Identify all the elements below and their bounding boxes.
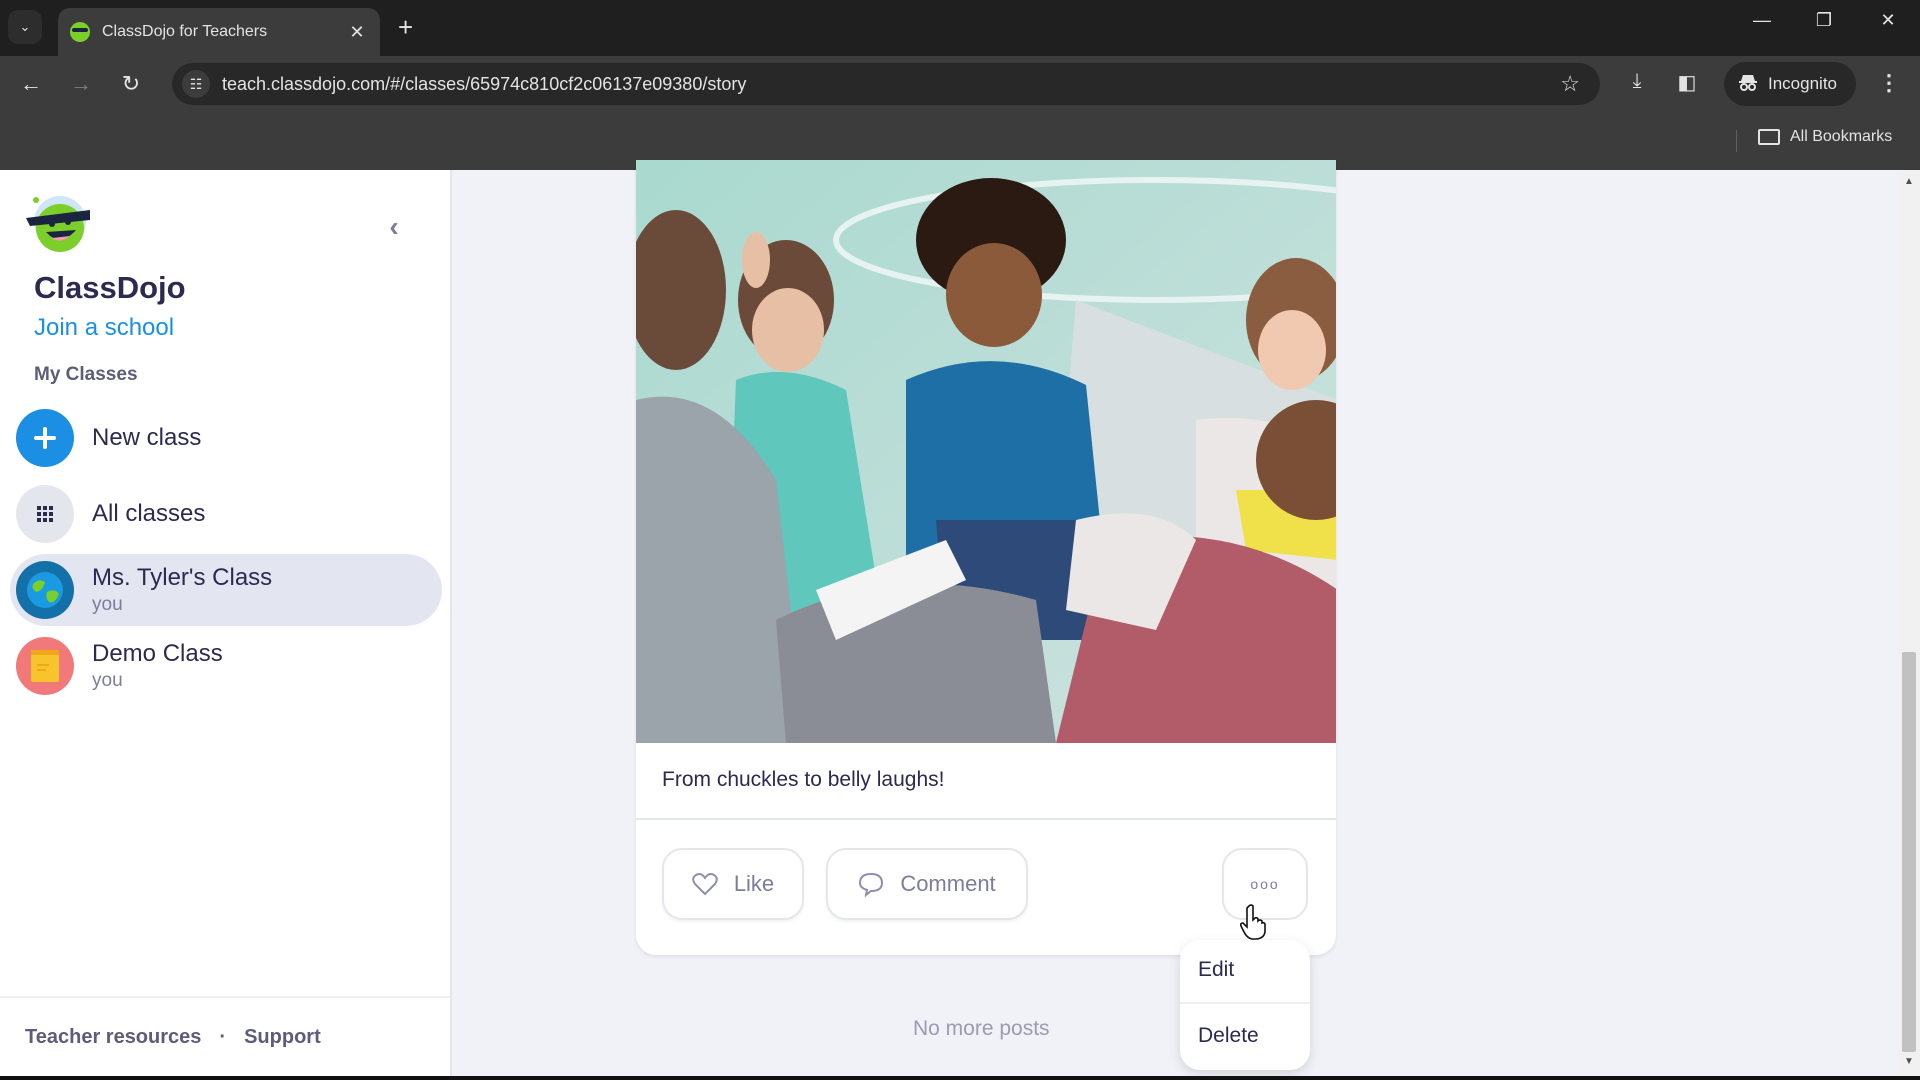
all-bookmarks-button[interactable]: All Bookmarks [1758,128,1892,146]
scroll-up-arrow-icon[interactable]: ▲ [1904,176,1914,187]
chevron-down-icon: ⌄ [19,19,31,34]
globe-icon [16,561,74,619]
sidebar-item-owner: you [92,594,123,615]
my-classes-heading: My Classes [34,364,138,385]
post-photo[interactable] [636,160,1336,743]
forward-button[interactable]: → [66,70,96,98]
sidebar-item-ms-tylers-class[interactable]: Ms. Tyler's Class you [10,554,442,626]
scroll-down-arrow-icon[interactable]: ▼ [1904,1056,1914,1067]
folder-icon [1758,129,1780,145]
teacher-resources-link[interactable]: Teacher resources [25,1026,201,1049]
reload-button[interactable]: ↻ [116,70,146,98]
more-horizontal-icon: ooo [1250,876,1280,892]
tab-search-button[interactable]: ⌄ [8,10,42,44]
sidebar: ‹ ClassDojo Join a school My Classes New… [0,170,452,1080]
bookmarks-divider [1736,130,1737,152]
post-divider [636,818,1336,820]
minimize-button[interactable]: — [1742,10,1782,31]
no-more-posts-message: No more posts [913,1017,1050,1040]
comment-button[interactable]: Comment [826,848,1028,920]
notebook-icon [16,637,74,695]
incognito-icon [1738,72,1758,97]
sidebar-footer: Teacher resources · Support [25,1026,321,1049]
story-feed: From chuckles to belly laughs! Like Comm… [454,160,1900,1080]
sidebar-item-label: Demo Class [92,640,223,667]
heart-icon [692,873,718,896]
plus-icon [16,409,74,467]
back-button[interactable]: ← [16,70,46,98]
menu-item-edit[interactable]: Edit [1198,958,1234,982]
join-school-link[interactable]: Join a school [34,314,174,342]
scrollbar-thumb[interactable] [1902,652,1916,1052]
incognito-label: Incognito [1768,74,1837,93]
footer-separator: · [219,1026,227,1048]
brand-name: ClassDojo [34,270,186,305]
menu-divider [1180,1002,1310,1004]
comment-label: Comment [900,871,996,896]
menu-item-delete[interactable]: Delete [1198,1024,1259,1048]
classdojo-logo-icon[interactable] [24,192,98,256]
close-window-button[interactable]: ✕ [1868,10,1908,31]
address-bar[interactable]: ☷ teach.classdojo.com/#/classes/65974c81… [172,63,1600,105]
tab-title: ClassDojo for Teachers [102,23,268,40]
sidebar-item-label: New class [92,424,202,451]
post-caption: From chuckles to belly laughs! [662,768,945,791]
page-scrollbar[interactable]: ▲ ▼ [1898,170,1920,1080]
hand-cursor-icon [1239,904,1268,948]
site-info-icon[interactable]: ☷ [182,70,210,98]
sidebar-item-all-classes[interactable]: All classes [10,478,442,550]
footer-divider [0,996,450,998]
all-bookmarks-label: All Bookmarks [1790,128,1893,145]
classdojo-favicon-icon [70,22,90,42]
sidebar-item-label: All classes [92,500,206,527]
browser-tab[interactable]: ClassDojo for Teachers ✕ [58,8,380,56]
story-post-card: From chuckles to belly laughs! Like Comm… [636,160,1336,955]
like-label: Like [733,871,775,896]
sidebar-item-label: Ms. Tyler's Class [92,564,273,591]
download-icon[interactable]: ⤓ [1622,70,1652,93]
sidebar-item-demo-class[interactable]: Demo Class you [10,630,442,702]
close-tab-button[interactable]: ✕ [342,22,372,43]
incognito-badge[interactable]: Incognito [1724,62,1856,106]
side-panel-icon[interactable]: ◧ [1672,70,1702,95]
comment-icon [859,872,884,897]
browser-toolbar: ← → ↻ ☷ teach.classdojo.com/#/classes/65… [0,56,1920,112]
like-button[interactable]: Like [662,848,804,920]
sidebar-item-new-class[interactable]: New class [10,402,442,474]
new-tab-button[interactable]: + [398,12,413,42]
browser-menu-button[interactable]: ⋮ [1878,70,1900,96]
taskbar-edge [0,1076,1920,1080]
browser-tab-bar: ⌄ ClassDojo for Teachers ✕ + — ❐ ✕ [0,0,1920,56]
bookmark-star-icon[interactable]: ☆ [1560,71,1580,97]
post-options-menu: Edit Delete [1180,940,1310,1070]
url-text[interactable]: teach.classdojo.com/#/classes/65974c810c… [222,74,1560,95]
restore-button[interactable]: ❐ [1804,10,1844,31]
support-link[interactable]: Support [244,1026,321,1049]
sidebar-item-owner: you [92,670,123,691]
collapse-sidebar-button[interactable]: ‹ [378,212,410,244]
grid-icon [16,485,74,543]
